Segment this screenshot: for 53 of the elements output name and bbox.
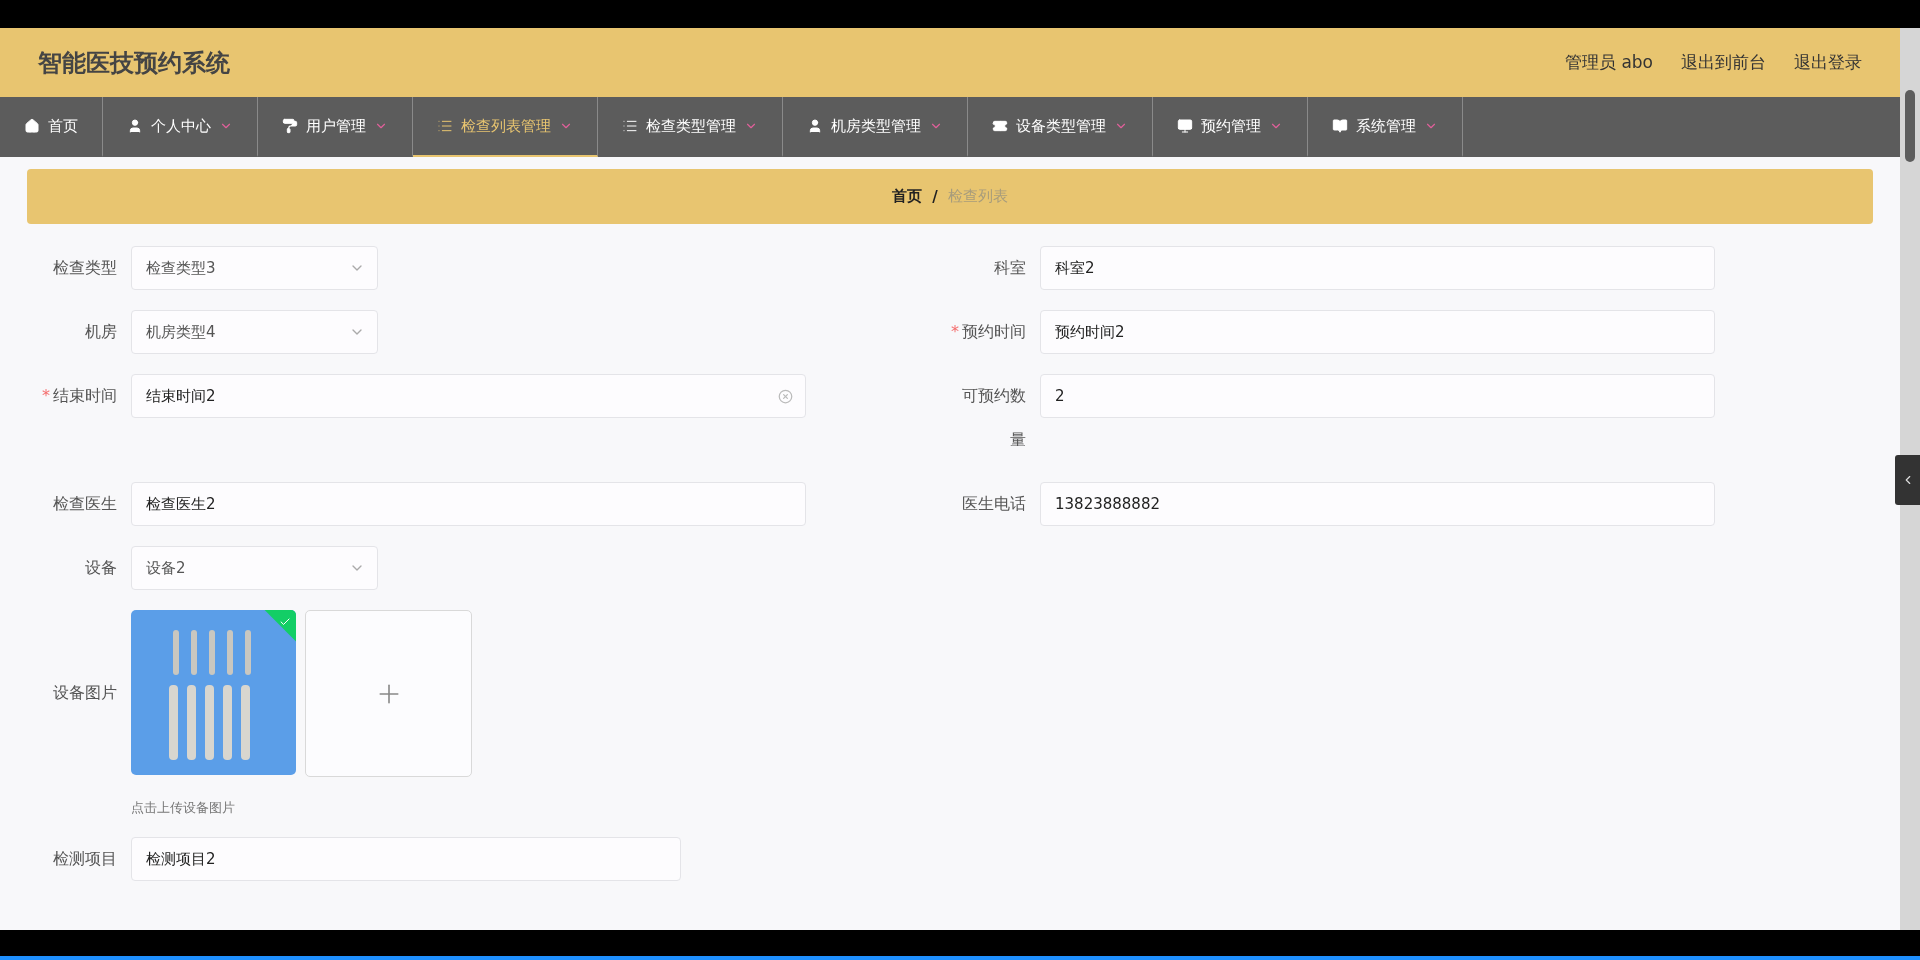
breadcrumb-item: 检查列表 [947, 187, 1008, 206]
field-label: 设备 [84, 557, 117, 579]
nav-tab[interactable]: 系统管理 [1308, 97, 1463, 157]
list-icon [437, 118, 453, 134]
list-icon [622, 118, 638, 134]
input-field[interactable]: 13823888882 [1040, 482, 1715, 526]
user-icon [127, 118, 143, 134]
required-mark: * [42, 386, 50, 405]
input-field[interactable]: 2 [1040, 374, 1715, 418]
nav-tab[interactable]: 设备类型管理 [968, 97, 1153, 157]
input-field[interactable]: 科室2 [1040, 246, 1715, 290]
field-label: 机房 [84, 321, 117, 343]
select-field[interactable]: 设备2 [131, 546, 378, 590]
monitor-icon [1177, 118, 1193, 134]
home-icon [24, 118, 40, 134]
select-field[interactable]: 检查类型3 [131, 246, 378, 290]
paint-roller-icon [282, 118, 298, 134]
breadcrumb-item[interactable]: 首页 [892, 187, 923, 206]
select-field[interactable]: 机房类型4 [131, 310, 378, 354]
upload-button[interactable] [305, 610, 472, 777]
nav-tab[interactable]: 预约管理 [1153, 97, 1308, 157]
input-field[interactable]: 预约时间2 [1040, 310, 1715, 354]
field-label: 医生电话 [961, 493, 1026, 515]
field-label: 检查医生 [52, 493, 117, 515]
input-field[interactable]: 结束时间2 [131, 374, 806, 418]
book-icon [1332, 118, 1348, 134]
nav-tab[interactable]: 用户管理 [258, 97, 413, 157]
field-label: 科室 [993, 257, 1026, 279]
input-field[interactable]: 检查医生2 [131, 482, 806, 526]
nav-tab[interactable]: 检查列表管理 [413, 97, 598, 157]
collapse-tab[interactable] [1895, 455, 1920, 505]
nav-tab[interactable]: 机房类型管理 [783, 97, 968, 157]
field-label: 设备图片 [52, 682, 117, 704]
nav-tab[interactable]: 检查类型管理 [598, 97, 783, 157]
field-label: * 预约时间 [950, 321, 1026, 343]
nav-tab[interactable]: 首页 [0, 97, 103, 157]
field-label: * 结束时间 [41, 385, 117, 407]
upload-hint: 点击上传设备图片 [131, 799, 236, 817]
app-title: 智能医技预约系统 [38, 47, 230, 79]
required-mark: * [951, 322, 959, 341]
user-icon [807, 118, 823, 134]
ticket-icon [992, 118, 1008, 134]
header-link[interactable]: 退出登录 [1794, 51, 1862, 74]
nav-tab[interactable]: 个人中心 [103, 97, 258, 157]
breadcrumb-separator: / [932, 187, 938, 206]
input-field[interactable]: 检测项目2 [131, 837, 681, 881]
clear-icon[interactable] [778, 388, 793, 404]
field-label: 检测项目 [52, 848, 117, 870]
header-link[interactable]: 管理员 abo [1565, 51, 1653, 74]
field-label: 可预约数量 [961, 385, 1026, 451]
scrollbar[interactable] [1900, 28, 1920, 930]
field-label: 检查类型 [52, 257, 117, 279]
header-link[interactable]: 退出到前台 [1681, 51, 1766, 74]
